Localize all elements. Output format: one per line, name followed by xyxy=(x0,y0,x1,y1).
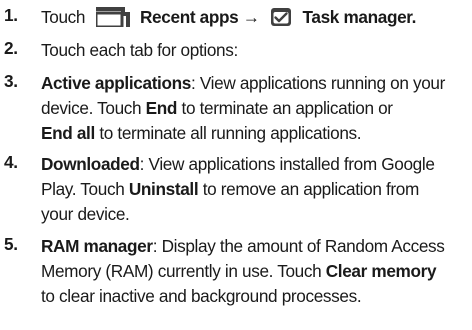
step-line: Play. Touch Uninstall to remove an appli… xyxy=(41,177,468,202)
step-line: Memory (RAM) currently in use. Touch Cle… xyxy=(41,259,468,284)
step-line: device. Touch End to terminate an applic… xyxy=(41,96,468,121)
touch-text: Touch xyxy=(41,7,86,27)
step-number: 4. xyxy=(4,152,18,172)
term-uninstall: Uninstall xyxy=(128,179,199,199)
recent-apps-label: Recent apps xyxy=(140,7,239,27)
step-text-run: : Display the amount of Random Access xyxy=(152,236,445,256)
step-text-run: Memory (RAM) currently in use. Touch xyxy=(41,261,326,281)
step-text: Touch each tab for options: xyxy=(41,38,468,63)
step-number: 3. xyxy=(4,71,18,91)
step-text: RAM manager: Display the amount of Rando… xyxy=(41,234,468,309)
recent-apps-icon xyxy=(94,7,130,34)
step-line: Touch Recent apps → Task manager. xyxy=(41,5,468,30)
step-line: End all to terminate all running applica… xyxy=(41,121,468,146)
task-manager-icon xyxy=(270,6,292,34)
term-downloaded: Downloaded xyxy=(41,154,140,174)
step-line: Downloaded: View applications installed … xyxy=(41,152,468,177)
step-number: 5. xyxy=(4,234,18,254)
step-line: Active applications: View applications r… xyxy=(41,71,468,96)
term-clear-memory: Clear memory xyxy=(325,261,437,281)
step-text-run: Play. Touch xyxy=(41,179,129,199)
step-text-run: to remove an application from xyxy=(198,179,420,199)
step-text-run: : View applications installed from Googl… xyxy=(139,154,435,174)
step-number: 2. xyxy=(4,38,18,58)
step-number: 1. xyxy=(4,5,18,25)
term-end: End xyxy=(145,98,178,118)
step-text: Active applications: View applications r… xyxy=(41,71,468,146)
step-text: Downloaded: View applications installed … xyxy=(41,152,468,227)
step-text-run: to terminate all running applications. xyxy=(94,123,362,143)
step-text: Touch Recent apps → Task manager. xyxy=(41,5,468,30)
instruction-list: 1. Touch Recent apps → Task manager. 2. … xyxy=(0,0,472,330)
step-line: Touch each tab for options: xyxy=(41,40,238,60)
step-line: your device. xyxy=(41,204,130,224)
step-text-run: : View applications running on your xyxy=(191,73,446,93)
term-active-applications: Active applications xyxy=(41,73,191,93)
term-end-all: End all xyxy=(41,123,95,143)
step-text-run: to terminate an application or xyxy=(177,98,394,118)
step-line: RAM manager: Display the amount of Rando… xyxy=(41,234,468,259)
step-line: to clear inactive and background process… xyxy=(41,286,362,306)
term-ram-manager: RAM manager xyxy=(41,236,153,256)
step-text-run: device. Touch xyxy=(41,98,146,118)
task-manager-label: Task manager. xyxy=(302,7,417,27)
arrow-glyph: → xyxy=(242,7,260,27)
